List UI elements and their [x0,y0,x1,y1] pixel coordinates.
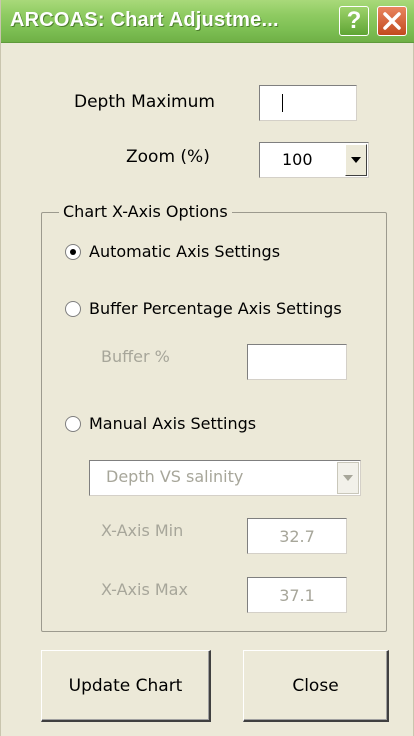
chart-type-selected-value: Depth VS salinity [106,467,244,486]
zoom-selected-value: 100 [282,150,313,169]
buffer-percent-input[interactable] [247,344,347,380]
text-caret [282,94,283,112]
close-window-button[interactable] [377,6,407,36]
zoom-label: Zoom (%) [126,147,210,167]
x-axis-max-value: 37.1 [279,585,315,605]
help-icon: ? [346,7,362,34]
update-chart-button[interactable]: Update Chart [41,650,211,722]
title-bar[interactable]: ARCOAS: Chart Adjustme... ? [1,0,414,43]
x-axis-max-input[interactable]: 37.1 [247,577,347,613]
close-button-label: Close [292,675,339,696]
chevron-down-icon [343,475,353,481]
x-axis-min-label: X-Axis Min [101,521,184,540]
update-chart-label: Update Chart [68,675,183,696]
close-icon [383,12,401,30]
depth-maximum-label: Depth Maximum [74,92,215,112]
help-button[interactable]: ? [339,6,369,36]
x-axis-max-label: X-Axis Max [101,580,188,599]
chart-type-dropdown-button[interactable] [337,462,359,494]
chevron-down-icon [351,157,361,163]
dialog-window: ARCOAS: Chart Adjustme... ? Depth Maximu… [0,0,414,736]
x-axis-min-value: 32.7 [279,526,315,546]
auto-axis-radio[interactable] [65,244,81,260]
zoom-dropdown-button[interactable] [345,144,367,176]
group-title: Chart X-Axis Options [59,202,232,221]
x-axis-min-input[interactable]: 32.7 [247,518,347,554]
chart-type-select[interactable]: Depth VS salinity [89,460,361,496]
auto-axis-label[interactable]: Automatic Axis Settings [89,242,280,261]
window-title: ARCOAS: Chart Adjustme... [10,9,279,31]
radio-selected-dot [70,249,76,255]
depth-maximum-input[interactable] [259,85,357,121]
buffer-percent-label: Buffer % [101,347,170,366]
manual-axis-label[interactable]: Manual Axis Settings [89,414,256,433]
buffer-axis-radio[interactable] [65,301,81,317]
zoom-select[interactable]: 100 [259,142,369,178]
manual-axis-radio[interactable] [65,416,81,432]
close-button[interactable]: Close [243,650,389,722]
buffer-axis-label[interactable]: Buffer Percentage Axis Settings [89,299,342,318]
